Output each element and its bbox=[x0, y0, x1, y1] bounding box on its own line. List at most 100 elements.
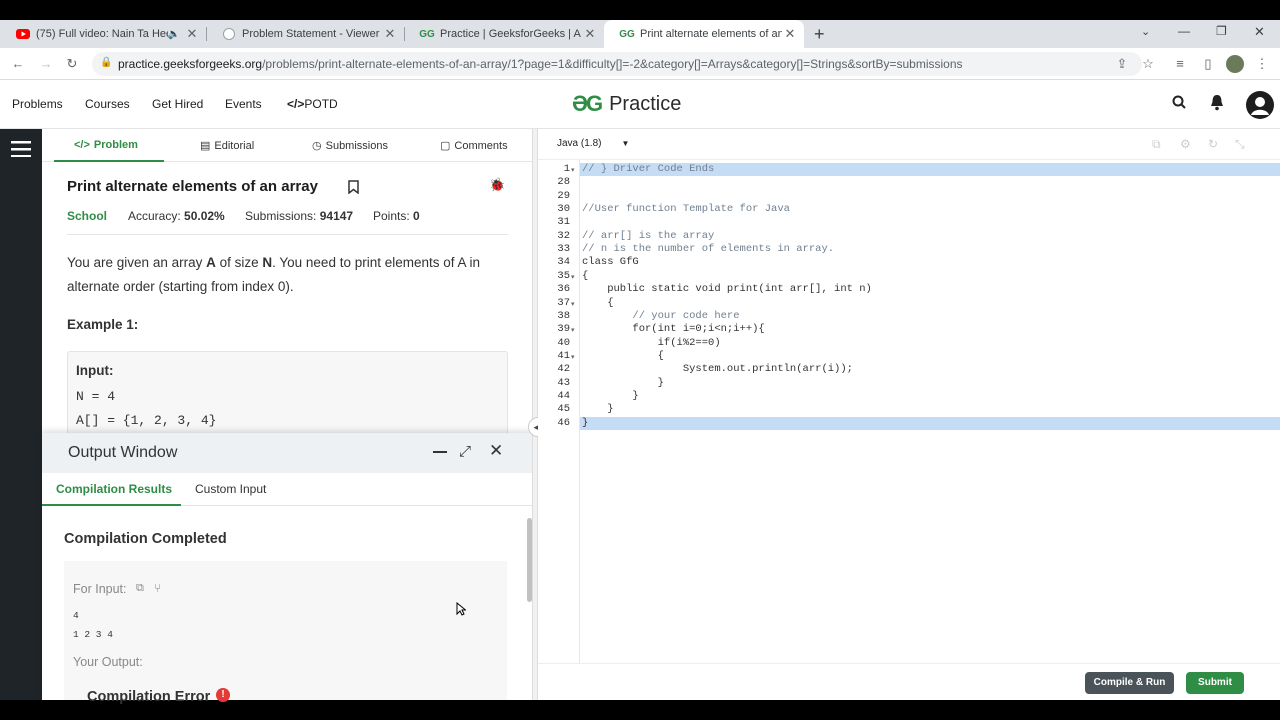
speaker-icon[interactable]: 🔈 bbox=[168, 29, 180, 40]
code-line[interactable]: public static void print(int arr[], int … bbox=[582, 283, 872, 296]
code-line[interactable]: } bbox=[582, 390, 638, 403]
code-line[interactable]: { bbox=[582, 350, 664, 363]
close-tab-icon[interactable]: ✕ bbox=[184, 26, 200, 42]
code-line[interactable]: System.out.println(arr(i)); bbox=[582, 363, 853, 376]
code-line[interactable]: { bbox=[582, 270, 588, 283]
line-number: 1 bbox=[563, 163, 570, 175]
nav-events[interactable]: Events bbox=[225, 97, 262, 111]
nav-courses[interactable]: Courses bbox=[85, 97, 130, 111]
line-number: 30 bbox=[557, 203, 570, 216]
editor-toolbar: Java (1.8) ▼ ⧉ ⚙ ↻ ⤡ bbox=[538, 129, 1280, 160]
notification-bell-icon[interactable] bbox=[1209, 94, 1225, 116]
selection-highlight bbox=[580, 416, 1280, 430]
output-window-header: Output Window ⤢ ✕ bbox=[42, 433, 532, 473]
points-stat: Points: 0 bbox=[373, 209, 420, 223]
chrome-menu-icon[interactable]: ⋮ bbox=[1254, 56, 1270, 72]
code-line[interactable]: } bbox=[582, 377, 664, 390]
tab-label: Comments bbox=[454, 139, 508, 152]
submit-button[interactable]: Submit bbox=[1186, 672, 1244, 694]
reload-icon[interactable]: ↻ bbox=[64, 56, 80, 72]
hamburger-menu-icon[interactable] bbox=[11, 141, 31, 162]
restore-window-icon[interactable]: ❐ bbox=[1216, 24, 1227, 38]
browser-tab-youtube[interactable]: (75) Full video: Nain Ta Heere 🔈 ✕ bbox=[0, 20, 206, 48]
expand-icon[interactable]: ⤢ bbox=[459, 443, 471, 460]
fold-arrow-icon[interactable]: ▾ bbox=[571, 300, 575, 308]
code-line[interactable]: { bbox=[582, 297, 613, 310]
close-tab-icon[interactable]: ✕ bbox=[582, 26, 598, 42]
copy-icon[interactable]: ⧉ bbox=[136, 582, 144, 595]
code-line[interactable]: for(int i=0;i<n;i++){ bbox=[582, 323, 764, 336]
line-number: 46 bbox=[557, 416, 570, 429]
code-line[interactable]: //User function Template for Java bbox=[582, 203, 790, 216]
minimize-icon[interactable] bbox=[433, 451, 447, 453]
browser-tab-active[interactable]: GG Print alternate elements of an ar ✕ bbox=[604, 20, 804, 48]
code-line[interactable]: // n is the number of elements in array. bbox=[582, 243, 834, 256]
side-panel-icon[interactable]: ▯ bbox=[1200, 56, 1216, 72]
nav-get-hired[interactable]: Get Hired bbox=[152, 97, 203, 111]
address-bar[interactable]: 🔒 practice.geeksforgeeks.org/problems/pr… bbox=[92, 52, 1142, 76]
gfg-practice-logo[interactable]: ƏG Practice bbox=[572, 91, 681, 117]
code-editor: Java (1.8) ▼ ⧉ ⚙ ↻ ⤡ 1 ▾// } Driver Code E… bbox=[538, 129, 1280, 700]
search-icon[interactable] bbox=[1172, 95, 1186, 112]
code-line[interactable]: } bbox=[582, 403, 613, 416]
line-number: 36 bbox=[557, 283, 570, 296]
tab-editorial[interactable]: ▤ Editorial bbox=[200, 139, 254, 153]
settings-icon[interactable]: ⚙ bbox=[1180, 137, 1191, 151]
document-icon: ▤ bbox=[200, 140, 211, 152]
result-box: For Input: ⧉ ⑂ 4 1 2 3 4 Your Output: Co… bbox=[64, 561, 507, 705]
input-label: Input: bbox=[76, 363, 114, 378]
fork-icon[interactable]: ⑂ bbox=[154, 581, 161, 595]
fold-arrow-icon[interactable]: ▾ bbox=[571, 166, 575, 174]
code-line[interactable]: // } Driver Code Ends bbox=[582, 163, 714, 176]
accuracy-value: 50.02% bbox=[184, 209, 225, 223]
bookmark-star-icon[interactable]: ☆ bbox=[1140, 56, 1156, 72]
compile-run-button[interactable]: Compile & Run bbox=[1085, 672, 1174, 694]
back-icon[interactable]: ← bbox=[10, 56, 26, 71]
tab-search-icon[interactable]: ⌄ bbox=[1141, 25, 1150, 38]
browser-tab-gfg-practice[interactable]: GG Practice | GeeksforGeeks | A com ✕ bbox=[404, 20, 604, 48]
problem-description: You are given an array A of size N. You … bbox=[67, 251, 507, 299]
points-label: Points: bbox=[373, 209, 410, 223]
user-avatar[interactable] bbox=[1246, 91, 1274, 119]
share-icon[interactable]: ⇪ bbox=[1114, 56, 1130, 72]
code-area[interactable]: 1 ▾// } Driver Code Ends 28 29 30//User func… bbox=[538, 163, 1280, 663]
close-tab-icon[interactable]: ✕ bbox=[782, 26, 798, 42]
close-tab-icon[interactable]: ✕ bbox=[382, 26, 398, 42]
input-value: 1 2 3 4 bbox=[73, 629, 113, 640]
tab-problem[interactable]: </> Problem bbox=[74, 139, 138, 151]
new-tab-icon[interactable]: + bbox=[814, 24, 825, 45]
copy-code-icon[interactable]: ⧉ bbox=[1152, 137, 1161, 152]
minimize-window-icon[interactable]: — bbox=[1178, 24, 1190, 38]
code-line[interactable]: // arr[] is the array bbox=[582, 230, 714, 243]
fold-arrow-icon[interactable]: ▾ bbox=[571, 273, 575, 281]
profile-avatar[interactable] bbox=[1226, 55, 1244, 73]
close-icon[interactable]: ✕ bbox=[489, 441, 503, 461]
language-select[interactable]: Java (1.8) ▼ bbox=[557, 138, 629, 149]
bookmark-icon[interactable] bbox=[348, 180, 359, 199]
browser-tab-problem-statement[interactable]: Problem Statement - Viewer Page ✕ bbox=[206, 20, 404, 48]
code-line[interactable]: } bbox=[582, 417, 588, 430]
forward-icon[interactable]: → bbox=[38, 56, 54, 71]
nav-potd[interactable]: </>POTD bbox=[287, 97, 338, 111]
tab-submissions[interactable]: ◷ Submissions bbox=[312, 139, 388, 153]
code-line[interactable]: if(i%2==0) bbox=[582, 337, 721, 350]
lock-icon[interactable]: 🔒 bbox=[100, 57, 112, 68]
tab-compilation-results[interactable]: Compilation Results bbox=[56, 482, 172, 496]
fold-arrow-icon[interactable]: ▾ bbox=[571, 353, 575, 361]
reset-icon[interactable]: ↻ bbox=[1208, 137, 1218, 151]
output-window: Output Window ⤢ ✕ Compilation Results Cu… bbox=[42, 433, 532, 705]
nav-problems[interactable]: Problems bbox=[12, 97, 63, 111]
report-bug-icon[interactable]: 🐞 bbox=[489, 177, 505, 193]
line-number: 32 bbox=[557, 229, 570, 242]
reading-list-icon[interactable]: ≡ bbox=[1172, 56, 1188, 71]
code-line[interactable]: // your code here bbox=[582, 310, 739, 323]
line-number: 37 bbox=[557, 296, 570, 309]
tab-comments[interactable]: ▢ Comments bbox=[440, 139, 508, 153]
code-line[interactable]: class GfG bbox=[582, 256, 639, 269]
fold-arrow-icon[interactable]: ▾ bbox=[571, 326, 575, 334]
tab-custom-input[interactable]: Custom Input bbox=[195, 482, 266, 496]
close-window-icon[interactable]: ✕ bbox=[1254, 24, 1265, 40]
desc-var-a: A bbox=[206, 255, 216, 270]
comment-icon: ▢ bbox=[440, 140, 451, 152]
fullscreen-icon[interactable]: ⤡ bbox=[1235, 137, 1245, 152]
